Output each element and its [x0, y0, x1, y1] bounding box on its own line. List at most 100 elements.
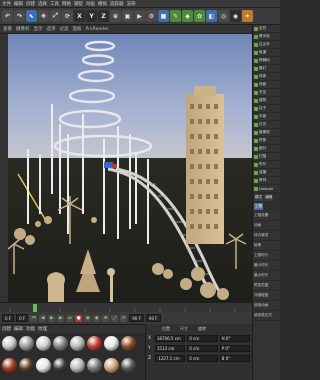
- object-row[interactable]: 克隆: [253, 169, 280, 177]
- menu-mesh[interactable]: 网格: [62, 1, 71, 7]
- timeline-ruler[interactable]: [0, 302, 252, 313]
- material-swatch[interactable]: [53, 336, 68, 351]
- material-menu-edit[interactable]: 编辑: [14, 326, 23, 332]
- material-menu-texture[interactable]: 纹理: [38, 326, 47, 332]
- rotation-p-field[interactable]: P 0°: [219, 344, 251, 352]
- keyframe-icon[interactable]: ◆: [93, 314, 101, 322]
- render-region-icon[interactable]: ▣: [122, 10, 133, 22]
- object-row[interactable]: 阵列: [253, 177, 280, 185]
- 3d-viewport[interactable]: [8, 34, 252, 302]
- object-row[interactable]: 平面: [253, 113, 280, 121]
- material-swatch[interactable]: [121, 336, 136, 351]
- attr-row[interactable]: 最大时长: [253, 271, 280, 281]
- menu-simulate[interactable]: 模拟: [98, 1, 107, 7]
- goto-end-icon[interactable]: ⏭: [66, 314, 74, 322]
- material-swatch[interactable]: [70, 336, 85, 351]
- cube-icon[interactable]: ■: [158, 10, 169, 22]
- viewport-menu-panel[interactable]: 面板: [73, 26, 82, 32]
- rotate-key-icon[interactable]: ⟳: [120, 314, 128, 322]
- scene-icon[interactable]: ◎: [218, 10, 229, 22]
- viewport-menu-camera[interactable]: 摄像机: [16, 26, 30, 32]
- menu-snap[interactable]: 捕捉: [74, 1, 83, 7]
- object-row[interactable]: Umbrell: [253, 185, 280, 193]
- object-row[interactable]: 柱子: [253, 105, 280, 113]
- attr-row[interactable]: 使用表达式: [253, 311, 280, 321]
- object-row[interactable]: 空白: [253, 25, 280, 33]
- material-swatch[interactable]: [87, 357, 102, 373]
- menu-tracker[interactable]: 追踪器: [110, 1, 124, 7]
- attr-row[interactable]: 待办事项: [253, 231, 280, 241]
- auto-key-icon[interactable]: ◉: [84, 314, 92, 322]
- attr-row[interactable]: 详细程度: [253, 291, 280, 301]
- object-row[interactable]: 过山车: [253, 41, 280, 49]
- subdivision-icon[interactable]: ◆: [182, 10, 193, 22]
- material-swatch[interactable]: [70, 357, 85, 373]
- material-swatch[interactable]: [2, 357, 17, 373]
- object-row[interactable]: 地面: [253, 81, 280, 89]
- size-y-field[interactable]: 0 cm: [187, 344, 218, 352]
- move-key-icon[interactable]: ✥: [102, 314, 110, 322]
- material-swatch[interactable]: [36, 336, 51, 351]
- cloner-icon[interactable]: ✿: [194, 10, 205, 22]
- undo-button[interactable]: ↶: [2, 10, 13, 22]
- attr-row[interactable]: 最小时长: [253, 261, 280, 271]
- pen-spline-icon[interactable]: ✎: [170, 10, 181, 22]
- material-menu-function[interactable]: 功能: [26, 326, 35, 332]
- rotate-tool-button[interactable]: ⟳: [62, 10, 73, 22]
- object-row[interactable]: 球体: [253, 73, 280, 81]
- viewport-menu-options[interactable]: 选项: [47, 26, 56, 32]
- tab-project[interactable]: 工程: [254, 203, 264, 210]
- left-tool-palette[interactable]: [0, 34, 8, 302]
- tab-edit[interactable]: 编辑: [264, 194, 274, 201]
- object-row[interactable]: 建筑: [253, 97, 280, 105]
- material-swatch[interactable]: [2, 336, 17, 351]
- menu-tools[interactable]: 工具: [50, 1, 59, 7]
- object-row[interactable]: 轨道: [253, 49, 280, 57]
- object-row[interactable]: 摄像机: [253, 129, 280, 137]
- material-swatch[interactable]: [53, 357, 68, 373]
- render-view-icon[interactable]: ▶: [134, 10, 145, 22]
- start-frame-field[interactable]: 0 F: [16, 314, 29, 322]
- move-tool-button[interactable]: ✥: [38, 10, 49, 22]
- select-tool-button[interactable]: ⬉: [26, 10, 37, 22]
- current-frame-field[interactable]: 0 F: [2, 314, 15, 322]
- redo-button[interactable]: ↷: [14, 10, 25, 22]
- material-menu-create[interactable]: 创建: [2, 326, 11, 332]
- coordinate-system-button[interactable]: ⊕: [110, 10, 121, 22]
- attr-row[interactable]: 帧率: [253, 241, 280, 251]
- render-settings-icon[interactable]: ⚙: [146, 10, 157, 22]
- object-row[interactable]: 布尔: [253, 161, 280, 169]
- material-swatch[interactable]: [104, 336, 119, 351]
- scale-key-icon[interactable]: ⤢: [111, 314, 119, 322]
- record-icon[interactable]: ●: [75, 314, 83, 322]
- object-row[interactable]: 灯光: [253, 121, 280, 129]
- object-row[interactable]: 细分: [253, 145, 280, 153]
- object-row[interactable]: 天空: [253, 89, 280, 97]
- next-key-icon[interactable]: ▶: [57, 314, 65, 322]
- rotation-b-field[interactable]: B 0°: [219, 354, 251, 362]
- x-axis-lock-button[interactable]: X: [74, 10, 85, 22]
- material-swatch[interactable]: [87, 336, 102, 351]
- attr-row[interactable]: 动画: [253, 221, 280, 231]
- y-axis-lock-button[interactable]: Y: [86, 10, 97, 22]
- material-swatch[interactable]: [19, 357, 34, 373]
- viewport-menu-prorender[interactable]: ProRender: [86, 27, 109, 32]
- position-x-field[interactable]: 18706.5 cm: [154, 334, 186, 342]
- object-row[interactable]: 路灯: [253, 65, 280, 73]
- z-axis-lock-button[interactable]: Z: [98, 10, 109, 22]
- play-icon[interactable]: ▶: [48, 314, 56, 322]
- scale-tool-button[interactable]: ⤢: [50, 10, 61, 22]
- menu-create[interactable]: 创建: [26, 1, 35, 7]
- position-z-field[interactable]: -1227.1 cm: [154, 354, 186, 362]
- object-row[interactable]: 扫描: [253, 153, 280, 161]
- rotation-h-field[interactable]: H 0°: [219, 334, 251, 342]
- material-swatch[interactable]: [19, 336, 34, 351]
- object-row[interactable]: 棕榈树: [253, 57, 280, 65]
- tab-mode[interactable]: 模式: [254, 194, 264, 201]
- position-y-field[interactable]: 1513 cm: [154, 344, 186, 352]
- viewport-menu-view[interactable]: 查看: [3, 26, 12, 32]
- goto-start-icon[interactable]: ⏮: [30, 314, 38, 322]
- end-frame-field[interactable]: 90 F: [129, 314, 144, 322]
- deformer-icon[interactable]: ◧: [206, 10, 217, 22]
- viewport-menu-filter[interactable]: 过滤: [60, 26, 69, 32]
